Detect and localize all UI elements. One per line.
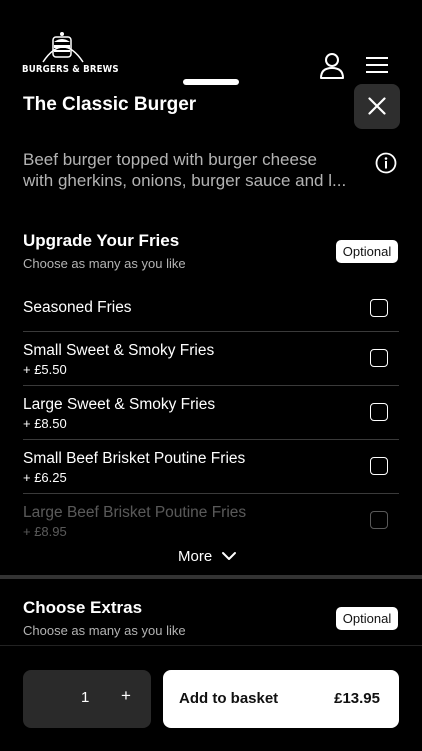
fries-section-title: Upgrade Your Fries (23, 231, 180, 250)
more-label: More (178, 547, 213, 565)
fries-options-list: Seasoned Fries Small Sweet & Smoky Fries… (23, 288, 399, 547)
fries-section-subtitle: Choose as many as you like (23, 256, 186, 271)
fries-option-small-brisket-poutine[interactable]: Small Beef Brisket Poutine Fries + £6.25 (23, 440, 399, 494)
fries-option-small-sweet-smoky[interactable]: Small Sweet & Smoky Fries + £5.50 (23, 332, 399, 386)
section-divider (0, 575, 422, 579)
option-checkbox[interactable] (370, 511, 388, 529)
option-checkbox[interactable] (370, 403, 388, 421)
info-icon[interactable] (375, 152, 397, 174)
fries-option-large-sweet-smoky[interactable]: Large Sweet & Smoky Fries + £8.50 (23, 386, 399, 440)
quantity-value: 1 (81, 689, 90, 706)
close-icon (368, 97, 386, 115)
footer-bar: 1 + Add to basket £13.95 (0, 645, 422, 751)
extras-section-subtitle: Choose as many as you like (23, 623, 186, 638)
item-description: Beef burger topped with burger cheese wi… (23, 149, 363, 191)
item-title: The Classic Burger (23, 94, 197, 115)
option-name: Seasoned Fries (23, 299, 132, 316)
option-checkbox[interactable] (370, 299, 388, 317)
chevron-down-icon (222, 552, 237, 560)
fries-option-large-brisket-poutine[interactable]: Large Beef Brisket Poutine Fries + £8.95 (23, 494, 399, 547)
quantity-increment-button[interactable]: + (121, 686, 131, 706)
option-price: + £5.50 (23, 362, 67, 377)
option-price: + £6.25 (23, 470, 67, 485)
extras-optional-badge: Optional (336, 607, 398, 630)
menu-icon[interactable] (365, 55, 389, 75)
header: BURGERS & BREWS (0, 0, 422, 92)
close-button[interactable] (354, 84, 400, 129)
logo[interactable]: BURGERS & BREWS (22, 30, 119, 80)
option-name: Large Sweet & Smoky Fries (23, 396, 216, 413)
fries-option-seasoned[interactable]: Seasoned Fries (23, 288, 399, 332)
option-price: + £8.95 (23, 524, 67, 539)
user-icon[interactable] (318, 52, 346, 80)
more-options-button[interactable]: More (178, 545, 237, 567)
add-to-basket-label: Add to basket (179, 690, 279, 707)
quantity-stepper: 1 + (23, 670, 151, 728)
option-name: Small Sweet & Smoky Fries (23, 342, 215, 359)
option-checkbox[interactable] (370, 349, 388, 367)
description-line-1: Beef burger topped with burger cheese (23, 150, 317, 169)
option-price: + £8.50 (23, 416, 67, 431)
option-name: Large Beef Brisket Poutine Fries (23, 504, 247, 521)
fries-optional-badge: Optional (336, 240, 398, 263)
sheet-grabber-handle[interactable] (183, 79, 239, 85)
logo-text: BURGERS & BREWS (22, 64, 119, 75)
option-name: Small Beef Brisket Poutine Fries (23, 450, 246, 467)
burger-logo-icon (42, 32, 84, 63)
basket-total-price: £13.95 (334, 690, 380, 707)
extras-section-title: Choose Extras (23, 598, 143, 617)
add-to-basket-button[interactable]: Add to basket £13.95 (163, 670, 399, 728)
description-line-2: with gherkins, onions, burger sauce and … (23, 171, 347, 190)
option-checkbox[interactable] (370, 457, 388, 475)
